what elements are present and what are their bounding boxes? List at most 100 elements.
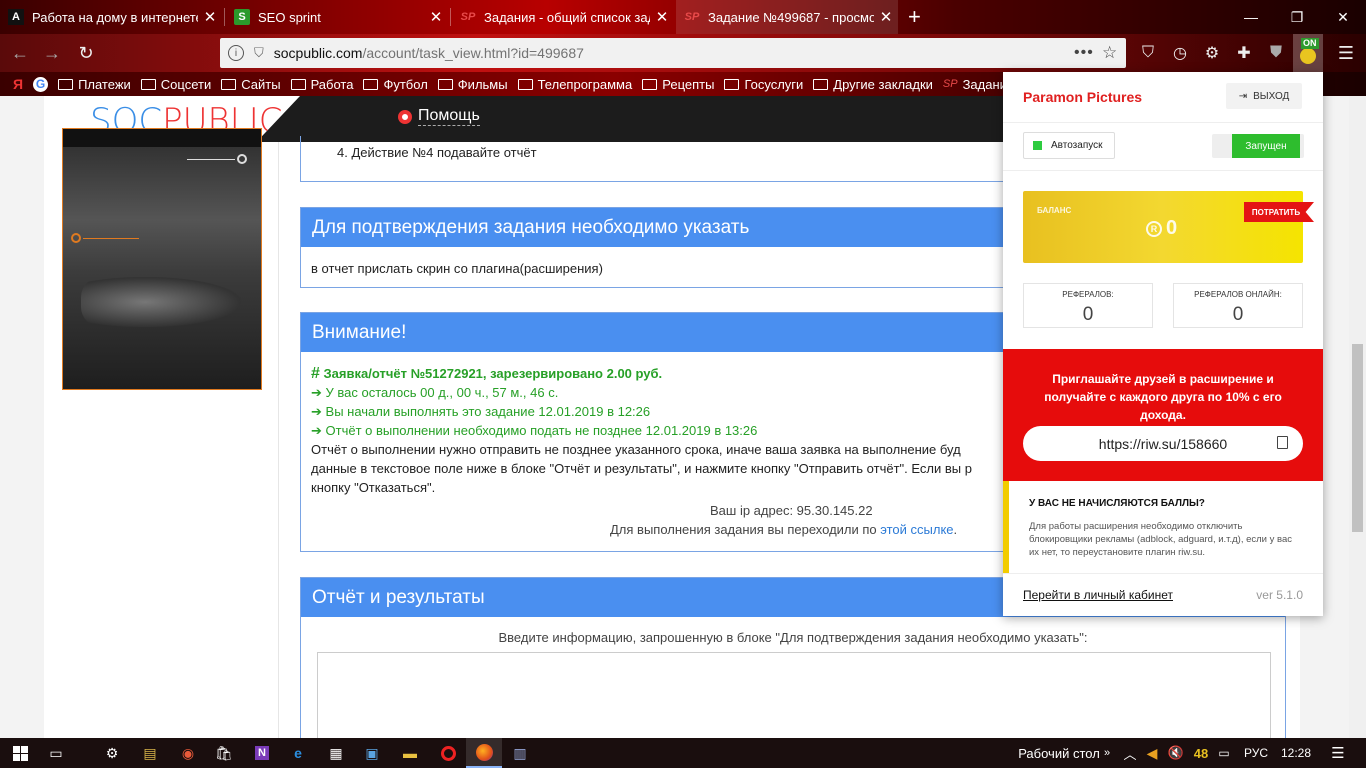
clock[interactable]: 12:28 [1276, 738, 1316, 768]
bookmark-folder[interactable]: Госуслуги [724, 77, 803, 92]
riw-extension-popup: Paramon Pictures ⇥ ВЫХОД Автозапуск Запущ… [1003, 72, 1323, 616]
network-icon[interactable]: ▭ [1214, 738, 1234, 768]
forward-button[interactable]: → [36, 34, 68, 72]
url-bar[interactable]: i ⛉ socpublic.com/account/task_view.html… [220, 38, 1126, 68]
logout-button[interactable]: ⇥ ВЫХОД [1226, 83, 1302, 109]
cabinet-link[interactable]: Перейти в личный кабинет [1023, 588, 1173, 602]
tray-counter[interactable]: 48 [1190, 738, 1212, 768]
report-textarea[interactable] [317, 652, 1271, 738]
arrow-right-icon: ➔ [311, 404, 322, 419]
tab-task-view[interactable]: SP Задание №499687 - просмотр ✕ [676, 0, 898, 34]
edge-icon[interactable]: e [282, 738, 314, 768]
start-button[interactable] [0, 738, 40, 768]
bookmark-folder[interactable]: Сайты [221, 77, 281, 92]
referral-url-field[interactable]: https://riw.su/158660 [1023, 426, 1303, 461]
desktop-chevron-icon[interactable]: » [1100, 738, 1114, 768]
folder-icon [517, 78, 533, 90]
info-icon[interactable]: i [228, 45, 244, 61]
warning-title: У ВАС НЕ НАЧИСЛЯЮТСЯ БАЛЛЫ? [1029, 498, 1205, 509]
bookmark-folder[interactable]: Телепрограмма [517, 77, 632, 92]
folder-icon [140, 78, 156, 90]
spend-button[interactable]: ПОТРАТИТЬ [1244, 202, 1314, 222]
page-scrollbar[interactable] [1349, 96, 1366, 738]
close-icon[interactable]: ✕ [650, 8, 674, 26]
desktop-label[interactable]: Рабочий стол [1016, 738, 1102, 768]
logout-icon: ⇥ [1238, 90, 1248, 102]
game-banner[interactable] [62, 128, 262, 390]
folder-icon [642, 78, 658, 90]
bookmark-folder[interactable]: Платежи [58, 77, 131, 92]
tab-rabota[interactable]: A Работа на дому в интернете о ✕ [0, 0, 222, 34]
bookmark-folder[interactable]: Соцсети [140, 77, 211, 92]
sidebar-divider [278, 142, 279, 738]
app-icon[interactable]: ▣ [356, 738, 388, 768]
library-icon[interactable]: ⛉ [1132, 34, 1164, 72]
notepad-icon[interactable]: ▥ [504, 738, 536, 768]
menu-icon[interactable]: ☰ [1330, 34, 1362, 72]
shield-icon[interactable]: ⛉ [254, 45, 264, 61]
referrals-online-box: РЕФЕРАЛОВ ОНЛАЙН: 0 [1173, 283, 1303, 328]
invite-section: Приглашайте друзей в расширение и получа… [1003, 349, 1323, 481]
tab-separator [450, 8, 451, 26]
volume-muted-icon[interactable]: 🔇 [1166, 738, 1186, 768]
copy-icon[interactable] [1277, 436, 1288, 449]
maximize-button[interactable]: ❐ [1274, 0, 1320, 34]
arrow-right-icon: ➔ [311, 423, 322, 438]
onenote-icon[interactable]: N [246, 738, 278, 768]
window-close-button[interactable]: ✕ [1320, 0, 1366, 34]
bookmark-folder[interactable]: Другие закладки [813, 77, 933, 92]
calculator-icon[interactable]: ▦ [320, 738, 352, 768]
file-explorer-icon[interactable]: ▬ [394, 738, 426, 768]
hash-icon: # [311, 365, 320, 382]
language-indicator[interactable]: РУС [1238, 738, 1274, 768]
tab-seosprint[interactable]: S SEO sprint ✕ [226, 0, 448, 34]
bookmark-folder[interactable]: Фильмы [437, 77, 508, 92]
adguard-shield-icon[interactable]: ⛊ [1260, 34, 1292, 72]
minimize-button[interactable]: — [1228, 0, 1274, 34]
archive-icon[interactable]: ▤ [134, 738, 166, 768]
balance-card: БАЛАНС R0 [1023, 191, 1303, 263]
referrals-online-label: РЕФЕРАЛОВ ОНЛАЙН: [1190, 290, 1286, 299]
lifebuoy-icon [398, 109, 412, 124]
new-tab-button[interactable]: + [902, 0, 932, 34]
tab-tasks-list[interactable]: SP Задания - общий список зада ✕ [452, 0, 674, 34]
tray-up-icon[interactable]: ︿ [1120, 738, 1140, 768]
bookmark-folder[interactable]: Рецепты [642, 77, 714, 92]
bookmark-star-icon[interactable]: ☆ [1102, 43, 1117, 63]
settings-gear-icon[interactable]: ⚙ [1196, 34, 1228, 72]
smiley-icon [1300, 48, 1316, 64]
firefox-icon[interactable] [466, 738, 502, 768]
close-icon[interactable]: ✕ [198, 8, 222, 26]
status-dot [1033, 141, 1042, 150]
bookmark-folder[interactable]: Работа [290, 77, 353, 92]
riw-extension-button[interactable]: ON [1293, 34, 1323, 72]
referrer-link[interactable]: этой ссылке [880, 522, 953, 537]
tab-favicon: SP [684, 11, 700, 23]
bookmark-folder[interactable]: Футбол [363, 77, 428, 92]
close-icon[interactable]: ✕ [874, 8, 898, 26]
tray-app-icon[interactable]: ◀ [1142, 738, 1162, 768]
paint-icon[interactable]: ◉ [172, 738, 204, 768]
reload-button[interactable]: ↻ [70, 34, 102, 72]
folder-icon [58, 78, 74, 90]
settings-gear-icon[interactable]: ⚙ [96, 738, 128, 768]
scrollbar-thumb[interactable] [1352, 344, 1363, 532]
back-button[interactable]: ← [4, 34, 36, 72]
page-actions-icon[interactable]: ••• [1074, 44, 1094, 62]
ip-address: Ваш ip адрес: 95.30.145.22 [710, 503, 873, 518]
arrow-right-icon: ➔ [311, 385, 322, 400]
task-view-icon[interactable]: ▭ [40, 738, 72, 768]
autostart-toggle[interactable]: Автозапуск [1023, 132, 1115, 159]
close-icon[interactable]: ✕ [424, 8, 448, 26]
yandex-icon[interactable]: Я [13, 76, 23, 92]
store-icon[interactable]: 🛍 [208, 738, 240, 768]
running-switch[interactable]: Запущен [1212, 134, 1304, 158]
history-icon[interactable]: ◷ [1164, 34, 1196, 72]
google-icon[interactable]: G [33, 76, 49, 92]
puzzle-extension-icon[interactable]: ✚ [1228, 34, 1260, 72]
opera-icon[interactable] [432, 738, 464, 768]
help-link[interactable]: Помощь [398, 107, 480, 126]
notifications-icon[interactable]: ☰ [1320, 738, 1356, 768]
tab-title: Задания - общий список зада [484, 9, 650, 25]
tab-title: Работа на дому в интернете о [32, 9, 198, 25]
